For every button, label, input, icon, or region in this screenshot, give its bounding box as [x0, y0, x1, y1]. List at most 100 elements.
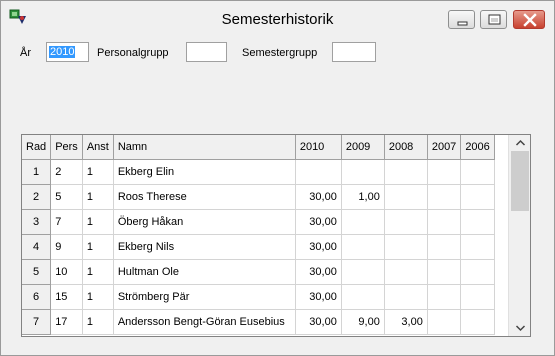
anst-cell[interactable]: 1 [82, 309, 114, 335]
pers-cell[interactable]: 17 [50, 309, 83, 335]
pers-cell[interactable]: 7 [50, 209, 83, 235]
pers-cell[interactable]: 9 [50, 234, 83, 260]
year-2006-cell[interactable] [460, 184, 495, 210]
year-2009-cell[interactable] [341, 209, 385, 235]
year-2010-cell[interactable]: 30,00 [295, 309, 342, 335]
year-2006-cell[interactable] [460, 284, 495, 310]
scroll-down-button[interactable] [509, 320, 530, 336]
maximize-icon [488, 14, 501, 25]
pers-cell[interactable]: 5 [50, 184, 83, 210]
semestergrupp-label: Semestergrupp [242, 47, 318, 59]
column-header-namn[interactable]: Namn [113, 135, 296, 160]
year-2009-cell[interactable] [341, 159, 385, 185]
close-button[interactable] [513, 10, 545, 29]
namn-cell[interactable]: Strömberg Pär [113, 284, 296, 310]
column-header-pers[interactable]: Pers [50, 135, 83, 160]
history-grid[interactable]: Rad Pers Anst Namn 2010 2009 2008 2007 2… [21, 134, 531, 337]
table-row[interactable]: 7 17 1 Andersson Bengt-Göran Eusebius 30… [22, 309, 495, 335]
column-header-2009[interactable]: 2009 [341, 135, 385, 160]
anst-cell[interactable]: 1 [82, 209, 114, 235]
column-header-anst[interactable]: Anst [82, 135, 114, 160]
row-number[interactable]: 2 [22, 184, 52, 210]
namn-cell[interactable]: Hultman Ole [113, 259, 296, 285]
pers-cell[interactable]: 2 [50, 159, 83, 185]
anst-cell[interactable]: 1 [82, 159, 114, 185]
filter-bar: År 2010 Personalgrupp Semestergrupp [1, 41, 554, 65]
year-2009-cell[interactable] [341, 234, 385, 260]
year-2007-cell[interactable] [427, 259, 462, 285]
year-2008-cell[interactable] [384, 209, 428, 235]
column-header-2007[interactable]: 2007 [427, 135, 462, 160]
year-2007-cell[interactable] [427, 309, 462, 335]
year-2010-cell[interactable] [295, 159, 342, 185]
row-number[interactable]: 7 [22, 309, 52, 335]
namn-cell[interactable]: Ekberg Elin [113, 159, 296, 185]
table-row[interactable]: 5 10 1 Hultman Ole 30,00 [22, 259, 495, 285]
year-label: År [20, 47, 31, 59]
semesterhistorik-window: Semesterhistorik År 2010 Personalgrupp S… [0, 0, 555, 356]
scroll-up-button[interactable] [509, 135, 530, 151]
vertical-scrollbar[interactable] [508, 135, 530, 336]
year-2008-cell[interactable] [384, 184, 428, 210]
column-header-rad[interactable]: Rad [22, 135, 52, 160]
year-2009-cell[interactable]: 1,00 [341, 184, 385, 210]
year-2010-cell[interactable]: 30,00 [295, 184, 342, 210]
anst-cell[interactable]: 1 [82, 184, 114, 210]
year-2009-cell[interactable] [341, 284, 385, 310]
title-bar[interactable]: Semesterhistorik [1, 1, 554, 34]
year-2009-cell[interactable] [341, 259, 385, 285]
table-row[interactable]: 3 7 1 Öberg Håkan 30,00 [22, 209, 495, 235]
row-number[interactable]: 6 [22, 284, 52, 310]
scroll-thumb[interactable] [511, 151, 529, 211]
row-number[interactable]: 4 [22, 234, 52, 260]
row-number[interactable]: 3 [22, 209, 52, 235]
year-2006-cell[interactable] [460, 209, 495, 235]
column-header-2006[interactable]: 2006 [460, 135, 495, 160]
chevron-down-icon [515, 325, 526, 332]
year-2010-cell[interactable]: 30,00 [295, 209, 342, 235]
year-2007-cell[interactable] [427, 284, 462, 310]
namn-cell[interactable]: Andersson Bengt-Göran Eusebius [113, 309, 296, 335]
namn-cell[interactable]: Öberg Håkan [113, 209, 296, 235]
row-number[interactable]: 1 [22, 159, 52, 185]
pers-cell[interactable]: 15 [50, 284, 83, 310]
year-2010-cell[interactable]: 30,00 [295, 259, 342, 285]
column-header-2010[interactable]: 2010 [295, 135, 342, 160]
year-2007-cell[interactable] [427, 184, 462, 210]
year-2008-cell[interactable] [384, 284, 428, 310]
year-2010-cell[interactable]: 30,00 [295, 234, 342, 260]
row-number[interactable]: 5 [22, 259, 52, 285]
anst-cell[interactable]: 1 [82, 259, 114, 285]
column-header-2008[interactable]: 2008 [384, 135, 428, 160]
personalgrupp-label: Personalgrupp [97, 47, 169, 59]
year-2008-cell[interactable] [384, 259, 428, 285]
year-2008-cell[interactable] [384, 159, 428, 185]
year-2006-cell[interactable] [460, 159, 495, 185]
year-2007-cell[interactable] [427, 234, 462, 260]
anst-cell[interactable]: 1 [82, 284, 114, 310]
year-2006-cell[interactable] [460, 309, 495, 335]
year-2010-cell[interactable]: 30,00 [295, 284, 342, 310]
namn-cell[interactable]: Roos Therese [113, 184, 296, 210]
personalgrupp-input[interactable] [186, 42, 227, 62]
year-2006-cell[interactable] [460, 259, 495, 285]
year-value: 2010 [49, 46, 76, 58]
maximize-button[interactable] [480, 10, 507, 29]
anst-cell[interactable]: 1 [82, 234, 114, 260]
year-2006-cell[interactable] [460, 234, 495, 260]
year-input[interactable]: 2010 [46, 42, 89, 62]
table-row[interactable]: 1 2 1 Ekberg Elin [22, 159, 495, 185]
table-row[interactable]: 6 15 1 Strömberg Pär 30,00 [22, 284, 495, 310]
year-2007-cell[interactable] [427, 209, 462, 235]
year-2007-cell[interactable] [427, 159, 462, 185]
table-row[interactable]: 4 9 1 Ekberg Nils 30,00 [22, 234, 495, 260]
semestergrupp-input[interactable] [332, 42, 376, 62]
header-row: Rad Pers Anst Namn 2010 2009 2008 2007 2… [22, 135, 495, 160]
year-2008-cell[interactable]: 3,00 [384, 309, 428, 335]
pers-cell[interactable]: 10 [50, 259, 83, 285]
namn-cell[interactable]: Ekberg Nils [113, 234, 296, 260]
table-row[interactable]: 2 5 1 Roos Therese 30,00 1,00 [22, 184, 495, 210]
minimize-button[interactable] [448, 10, 475, 29]
year-2008-cell[interactable] [384, 234, 428, 260]
year-2009-cell[interactable]: 9,00 [341, 309, 385, 335]
